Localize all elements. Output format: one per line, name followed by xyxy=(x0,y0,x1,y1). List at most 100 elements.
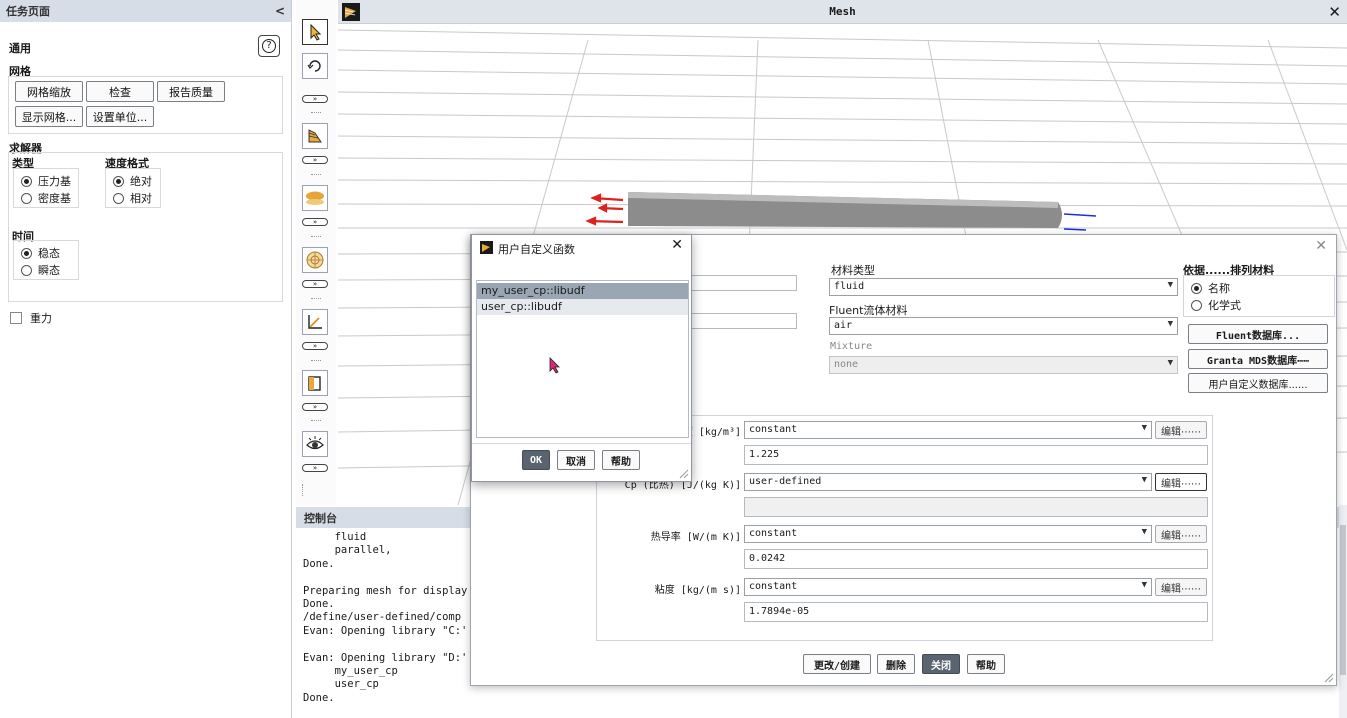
material-type-label: 材料类型 xyxy=(831,264,875,277)
udf-function-list[interactable]: my_user_cp::libudf user_cp::libudf xyxy=(476,280,689,438)
fluent-material-select[interactable]: air ▼ xyxy=(829,317,1178,335)
expand-chevron-icon[interactable]: » xyxy=(302,280,328,288)
rotate-icon xyxy=(307,60,321,72)
udf-close-icon[interactable]: ✕ xyxy=(671,237,683,253)
radio-absolute[interactable]: 绝对 xyxy=(113,173,152,189)
radio-sort-formula[interactable]: 化学式 xyxy=(1191,297,1241,313)
radio-button-icon xyxy=(113,192,124,204)
collapse-icon[interactable]: < xyxy=(275,4,285,18)
udf-help-button[interactable]: 帮助 xyxy=(602,450,640,470)
radio-relative[interactable]: 相对 xyxy=(113,190,152,206)
udf-ok-button[interactable]: OK xyxy=(522,450,550,470)
help-button[interactable]: 帮助 xyxy=(967,654,1005,674)
thermal-conductivity-value-field[interactable]: 0.0242 xyxy=(744,549,1208,569)
viscosity-method-select[interactable]: constant ▼ xyxy=(744,578,1152,596)
radio-button-icon xyxy=(113,175,124,187)
mesh-check-button[interactable]: 检查 xyxy=(86,81,154,102)
viscosity-value-field[interactable]: 1.7894e-05 xyxy=(744,602,1208,622)
delete-button[interactable]: 删除 xyxy=(877,654,915,674)
axes-icon xyxy=(308,315,322,329)
cp-method-select[interactable]: user-defined ▼ xyxy=(744,473,1152,491)
rotate-button[interactable] xyxy=(302,53,328,79)
cp-edit-button[interactable]: 编辑⋯⋯ xyxy=(1155,473,1207,491)
xy-plot-button[interactable] xyxy=(302,309,328,335)
user-defined-database-button[interactable]: 用户自定义数据库...... xyxy=(1188,373,1328,393)
material-name-field[interactable] xyxy=(691,275,797,291)
granta-database-button[interactable]: Granta MDS数据库⋯⋯ xyxy=(1188,349,1328,369)
mouse-cursor-icon xyxy=(549,357,560,374)
resize-grip-icon[interactable] xyxy=(679,469,689,479)
window-icon xyxy=(308,376,321,391)
udf-cancel-button[interactable]: 取消 xyxy=(557,450,595,470)
expand-chevron-icon[interactable]: » xyxy=(302,464,328,472)
gravity-label: 重力 xyxy=(30,312,52,325)
mixture-value: none xyxy=(834,359,859,370)
sphere-mesh-icon xyxy=(306,251,324,269)
viscosity-method-value: constant xyxy=(749,581,798,592)
change-create-button[interactable]: 更改/创建 xyxy=(803,654,871,674)
dropdown-arrow-icon: ▼ xyxy=(1167,319,1173,329)
fluent-material-label: Fluent流体材料 xyxy=(829,304,908,317)
resize-grip-icon[interactable] xyxy=(1324,673,1334,683)
density-edit-button[interactable]: 编辑⋯⋯ xyxy=(1155,421,1207,439)
density-method-select[interactable]: constant ▼ xyxy=(744,421,1152,439)
udf-list-item[interactable]: my_user_cp::libudf xyxy=(477,283,688,299)
radio-button-icon xyxy=(1191,299,1202,311)
udf-list-item[interactable]: user_cp::libudf xyxy=(477,299,688,315)
radio-sort-name[interactable]: 名称 xyxy=(1191,280,1230,296)
contour-button[interactable] xyxy=(302,185,328,211)
mesh-close-icon[interactable]: ✕ xyxy=(1328,3,1341,21)
expand-chevron-icon[interactable]: » xyxy=(302,342,328,350)
mixture-label: Mixture xyxy=(830,341,873,352)
mesh-scale-button[interactable]: 网格缩放 xyxy=(15,81,83,102)
visibility-button[interactable] xyxy=(302,431,328,457)
toolbar-grip xyxy=(302,484,303,496)
dropdown-arrow-icon: ▼ xyxy=(1141,475,1147,485)
radio-pressure-based[interactable]: 压力基 xyxy=(21,173,71,189)
dropdown-arrow-icon: ▼ xyxy=(1141,423,1147,433)
expand-chevron-icon[interactable]: » xyxy=(302,218,328,226)
view-button[interactable] xyxy=(302,370,328,396)
help-button[interactable]: ? xyxy=(258,35,280,57)
radio-button-icon xyxy=(1191,282,1202,294)
viscosity-label: 粘度 [kg/(m s)] xyxy=(654,585,741,596)
task-panel-title: 任务页面 xyxy=(6,5,50,18)
viscosity-edit-button[interactable]: 编辑⋯⋯ xyxy=(1155,578,1207,596)
report-quality-button[interactable]: 报告质量 xyxy=(157,81,225,102)
radio-label: 绝对 xyxy=(130,175,152,188)
chemical-formula-field[interactable] xyxy=(691,313,797,329)
thermal-conductivity-method-select[interactable]: constant ▼ xyxy=(744,525,1152,543)
mesh-display-button[interactable] xyxy=(302,123,328,149)
material-type-select[interactable]: fluid ▼ xyxy=(829,278,1178,296)
console-scrollbar[interactable] xyxy=(1339,505,1347,718)
radio-steady[interactable]: 稳态 xyxy=(21,245,60,261)
close-button[interactable]: 关闭 xyxy=(922,654,960,674)
expand-chevron-icon[interactable]: » xyxy=(302,403,328,411)
expand-chevron-icon[interactable]: » xyxy=(302,95,328,103)
toolbar-grip xyxy=(311,298,321,302)
radio-button-icon xyxy=(21,175,32,187)
help-icon: ? xyxy=(262,39,276,53)
fluent-app-icon xyxy=(480,241,493,254)
select-pointer-button[interactable] xyxy=(302,19,328,45)
thermal-conductivity-edit-button[interactable]: 编辑⋯⋯ xyxy=(1155,525,1207,543)
radio-density-based[interactable]: 密度基 xyxy=(21,190,71,206)
fluent-database-button[interactable]: Fluent数据库... xyxy=(1188,324,1328,344)
radio-transient[interactable]: 瞬态 xyxy=(21,262,60,278)
gravity-checkbox[interactable]: 重力 xyxy=(10,310,52,326)
scrollbar-thumb[interactable] xyxy=(1340,525,1346,675)
radio-label: 瞬态 xyxy=(38,264,60,277)
set-units-button[interactable]: 设置单位... xyxy=(86,106,154,127)
colormap-button[interactable] xyxy=(302,247,328,273)
materials-close-icon[interactable]: ✕ xyxy=(1315,238,1327,254)
radio-label: 相对 xyxy=(130,192,152,205)
toolbar-grip xyxy=(311,360,321,364)
density-value-field[interactable]: 1.225 xyxy=(744,445,1208,465)
pointer-icon xyxy=(310,23,322,41)
radio-label: 密度基 xyxy=(38,192,71,205)
dropdown-arrow-icon: ▼ xyxy=(1141,580,1147,590)
display-mesh-button[interactable]: 显示网格... xyxy=(15,106,83,127)
expand-chevron-icon[interactable]: » xyxy=(302,156,328,164)
udf-dialog: 用户自定义函数 ✕ my_user_cp::libudf user_cp::li… xyxy=(471,234,692,482)
divider xyxy=(472,443,691,444)
